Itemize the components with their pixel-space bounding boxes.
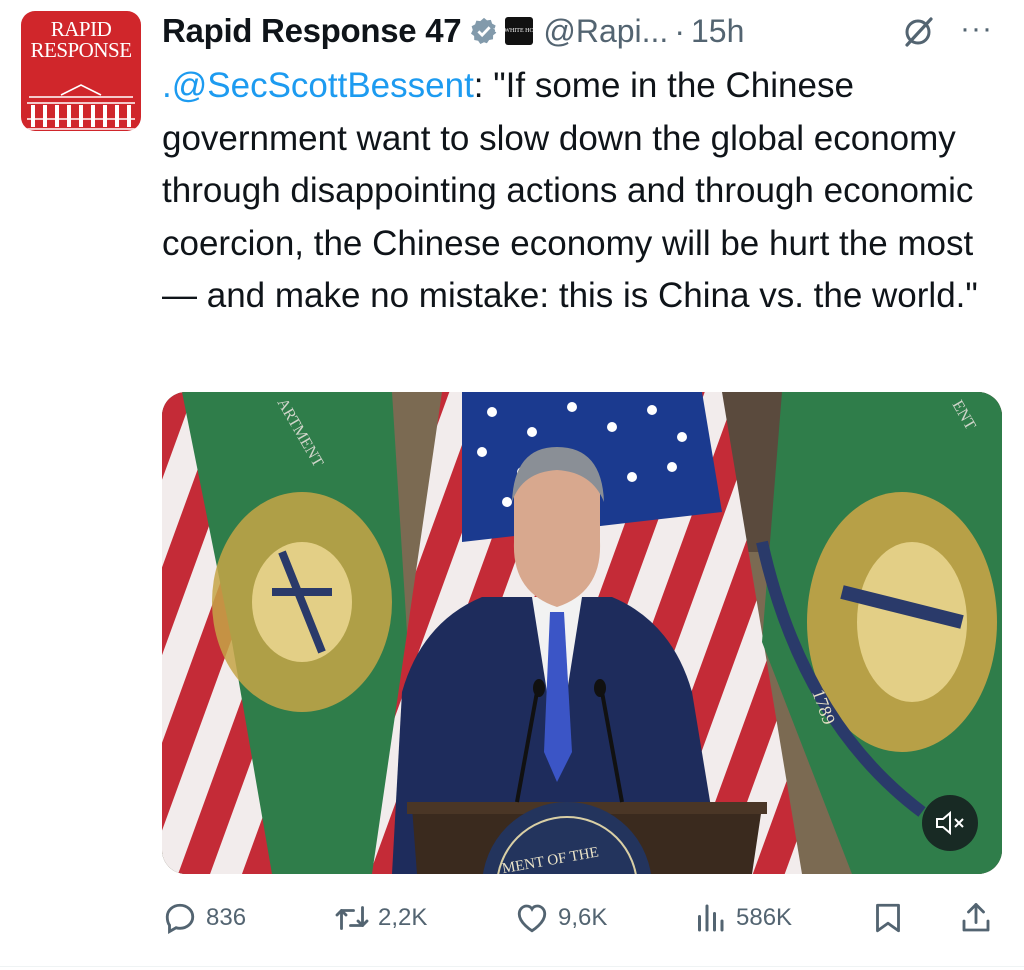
reply-button[interactable]: 836 — [162, 893, 246, 943]
video-player[interactable]: 1789 ARTMENT ENT MENT OF THE — [162, 392, 1002, 874]
more-options-icon[interactable]: ··· — [960, 14, 1000, 50]
bookmark-button[interactable] — [870, 893, 906, 943]
repost-count: 2,2K — [378, 904, 428, 931]
views-chart-icon — [698, 904, 724, 932]
tweet-header: Rapid Response 47 The WHITE HOUSE @Rapi.… — [162, 6, 1004, 56]
views-button[interactable]: 586K — [692, 893, 792, 943]
avatar-brand: RAPID RESPONSE — [21, 19, 141, 61]
avatar-brand-line1: RAPID — [50, 17, 112, 41]
divider — [0, 966, 1024, 967]
video-frame: 1789 ARTMENT ENT MENT OF THE — [162, 392, 1002, 874]
share-button[interactable] — [958, 893, 994, 943]
repost-button[interactable]: 2,2K — [334, 893, 427, 943]
mute-button[interactable] — [922, 795, 978, 851]
bookmark-icon — [876, 903, 900, 933]
avatar[interactable]: RAPID RESPONSE — [21, 11, 141, 131]
speaker-muted-icon — [936, 810, 964, 836]
handle[interactable]: @Rapi... — [543, 13, 668, 50]
display-name[interactable]: Rapid Response 47 — [162, 12, 462, 50]
action-bar: 836 2,2K 9,6K 586K — [162, 893, 1002, 943]
tweet-text: .@SecScottBessent: "If some in the Chine… — [162, 60, 1012, 323]
share-icon — [962, 903, 990, 932]
views-count: 586K — [736, 904, 793, 931]
timestamp[interactable]: 15h — [691, 13, 744, 50]
heart-icon — [517, 904, 547, 933]
affiliation-badge-text: The WHITE HOUSE — [493, 28, 546, 34]
white-house-icon — [25, 84, 137, 130]
mention-link[interactable]: .@SecScottBessent — [162, 66, 474, 105]
repost-icon — [335, 906, 369, 930]
reply-icon — [165, 903, 195, 934]
like-count: 9,6K — [558, 904, 608, 931]
affiliation-badge[interactable]: The WHITE HOUSE — [494, 17, 545, 45]
like-button[interactable]: 9,6K — [514, 893, 607, 943]
separator-dot: · — [674, 12, 685, 49]
grok-icon[interactable] — [900, 14, 936, 50]
reply-count: 836 — [206, 904, 247, 931]
avatar-brand-line2: RESPONSE — [30, 38, 132, 62]
